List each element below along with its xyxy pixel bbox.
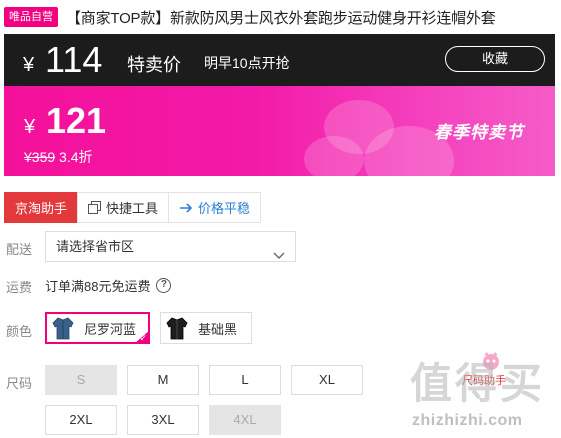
- sale-start-time: 明早10点开抢: [204, 55, 290, 71]
- size-option-l[interactable]: L: [209, 365, 281, 395]
- tab-price-trend[interactable]: 价格平稳: [168, 192, 262, 223]
- question-circle-icon[interactable]: ?: [156, 278, 172, 293]
- size-option-4xl: 4XL: [209, 405, 281, 435]
- special-price: 114: [45, 39, 103, 80]
- tab-label: 京淘助手: [15, 201, 68, 216]
- size-option-xl[interactable]: XL: [291, 365, 363, 395]
- currency-symbol: ¥: [23, 54, 35, 76]
- special-price-label: 特卖价: [127, 55, 181, 75]
- product-title-row: 唯品自营 【商家TOP款】新款防风男士风衣外套跑步运动健身开衫连帽外套: [4, 6, 557, 28]
- size-option-3xl[interactable]: 3XL: [127, 405, 199, 435]
- tool-tabs: 京淘助手 快捷工具 价格平稳: [4, 192, 262, 223]
- watermark-url: zhizhizhi.com: [412, 412, 523, 429]
- promo-logo: 春季特卖节: [434, 123, 524, 142]
- product-title: 【商家TOP款】新款防风男士风衣外套跑步运动健身开衫连帽外套: [66, 9, 496, 27]
- jacket-thumbnail: [50, 315, 76, 341]
- color-label: 颜色: [6, 324, 33, 339]
- region-select-value: 请选择省市区: [56, 239, 135, 254]
- size-option-m[interactable]: M: [127, 365, 199, 395]
- freight-info: 订单满88元免运费 ?: [45, 276, 172, 295]
- size-option-2xl[interactable]: 2XL: [45, 405, 117, 435]
- freight-label: 运费: [6, 280, 33, 295]
- region-select[interactable]: 请选择省市区: [45, 231, 296, 262]
- copy-icon: [88, 201, 102, 214]
- tab-label: 价格平稳: [198, 201, 251, 216]
- self-operated-badge: 唯品自营: [4, 7, 58, 27]
- watermark-logo: 值得买: [410, 360, 546, 407]
- currency-symbol: ¥: [24, 116, 36, 138]
- chevron-down-icon: [273, 241, 285, 270]
- tab-jingtao-assistant[interactable]: 京淘助手: [4, 192, 79, 223]
- original-price: ¥359: [24, 149, 56, 165]
- tab-label: 快捷工具: [106, 201, 159, 216]
- jacket-thumbnail: [164, 315, 190, 341]
- original-price-row: ¥359 3.4折: [24, 147, 93, 167]
- size-option-s: S: [45, 365, 117, 395]
- color-option-label: 尼罗河蓝: [84, 321, 137, 337]
- color-option-label: 基础黑: [198, 321, 238, 337]
- delivery-label: 配送: [6, 242, 33, 257]
- check-icon: ✓: [139, 333, 147, 343]
- current-price-banner: ¥ 121 ¥359 3.4折 春季特卖节: [4, 86, 555, 176]
- discount-rate: 3.4折: [59, 149, 93, 165]
- decorative-petal: [304, 136, 364, 176]
- color-option-nile-blue[interactable]: 尼罗河蓝 ✓: [45, 312, 150, 344]
- size-label: 尺码: [6, 376, 33, 391]
- color-option-basic-black[interactable]: 基础黑: [160, 312, 252, 344]
- freight-text: 订单满88元免运费: [45, 279, 151, 294]
- current-price: 121: [46, 100, 107, 141]
- special-price-banner: ¥ 114 特卖价 明早10点开抢 收藏: [4, 34, 555, 86]
- tab-quick-tools[interactable]: 快捷工具: [77, 192, 170, 223]
- arrow-right-icon: [179, 202, 193, 214]
- site-watermark: 值得买 zhizhizhi.com: [408, 346, 558, 438]
- favorite-button[interactable]: 收藏: [445, 46, 545, 72]
